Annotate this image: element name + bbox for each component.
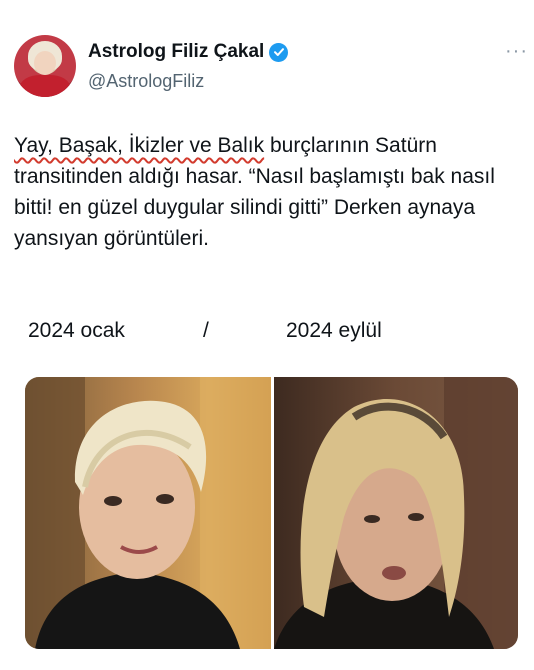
caption-separator: / bbox=[203, 319, 209, 342]
author-name-row: Astrolog Filiz Çakal bbox=[88, 41, 289, 63]
tweet-text-underlined: Yay, Başak, İkizler ve Balık bbox=[14, 134, 265, 157]
photo-after-figure bbox=[274, 377, 518, 649]
author-avatar[interactable] bbox=[14, 35, 76, 97]
tweet-text: Yay, Başak, İkizler ve Balık burçlarının… bbox=[14, 130, 520, 254]
photo-before[interactable] bbox=[25, 377, 271, 649]
more-icon[interactable]: ··· bbox=[505, 40, 528, 63]
avatar-face bbox=[34, 51, 56, 75]
author-handle[interactable]: @AstrologFiliz bbox=[88, 71, 204, 92]
photo-before-figure bbox=[25, 377, 271, 649]
verified-badge-icon bbox=[269, 42, 289, 62]
caption-left: 2024 ocak bbox=[28, 319, 125, 342]
avatar-body bbox=[20, 75, 70, 97]
author-display-name[interactable]: Astrolog Filiz Çakal bbox=[88, 41, 264, 63]
caption-right: 2024 eylül bbox=[286, 319, 382, 342]
photo-after[interactable] bbox=[274, 377, 518, 649]
